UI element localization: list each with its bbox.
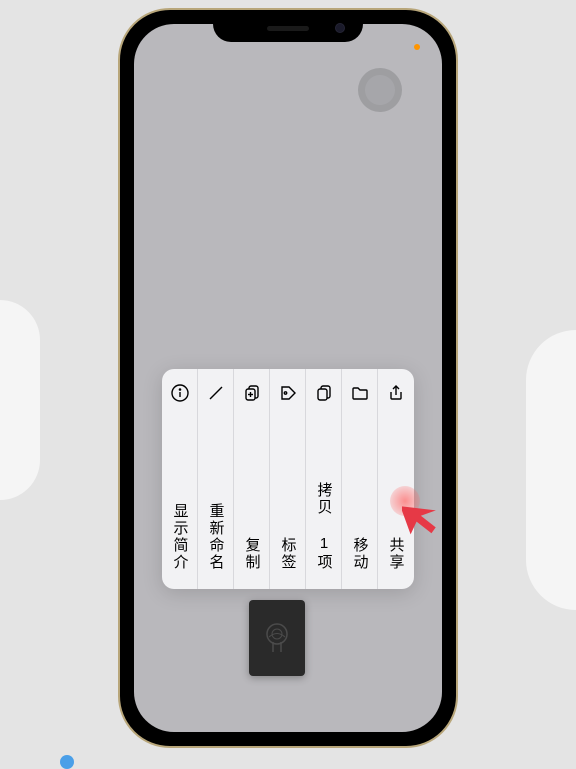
menu-item-copy[interactable]: 复制 [234, 369, 270, 589]
pencil-icon [206, 383, 226, 403]
menu-item-rename[interactable]: 重新命名 [198, 369, 234, 589]
menu-label: 拷贝 1项 [314, 482, 335, 571]
phone-screen: 显示简介 重新命名 [134, 24, 442, 732]
tag-icon [278, 383, 298, 403]
menu-label: 标签 [278, 537, 299, 571]
garageband-icon [259, 620, 295, 656]
menu-item-copy-item[interactable]: 拷贝 1项 [306, 369, 342, 589]
bg-decoration-dot [60, 755, 74, 769]
phone-frame: 显示简介 重新命名 [118, 8, 458, 748]
bg-decoration-right [526, 330, 576, 610]
menu-label: 重新命名 [206, 503, 227, 571]
menu-item-share[interactable]: 共享 [378, 369, 414, 589]
context-menu: 显示简介 重新命名 [162, 369, 414, 589]
assistive-touch-button[interactable] [358, 68, 402, 112]
duplicate-icon [242, 383, 262, 403]
phone-inner-frame: 显示简介 重新命名 [124, 14, 452, 742]
share-icon [386, 383, 406, 403]
copy-doc-icon [314, 383, 334, 403]
menu-label: 移动 [350, 537, 371, 571]
menu-item-move[interactable]: 移动 [342, 369, 378, 589]
notch-speaker [267, 26, 309, 31]
menu-item-info[interactable]: 显示简介 [162, 369, 198, 589]
menu-item-tags[interactable]: 标签 [270, 369, 306, 589]
notch-camera [335, 23, 345, 33]
info-circle-icon [170, 383, 190, 403]
folder-icon [350, 383, 370, 403]
menu-label: 复制 [242, 537, 263, 571]
phone-notch [213, 14, 363, 42]
file-thumbnail[interactable] [249, 600, 305, 676]
privacy-indicator-dot [414, 44, 420, 50]
assistive-touch-inner [365, 75, 395, 105]
red-pointer-arrow [402, 499, 442, 544]
menu-label: 显示简介 [170, 503, 191, 571]
bg-decoration-left [0, 300, 40, 500]
